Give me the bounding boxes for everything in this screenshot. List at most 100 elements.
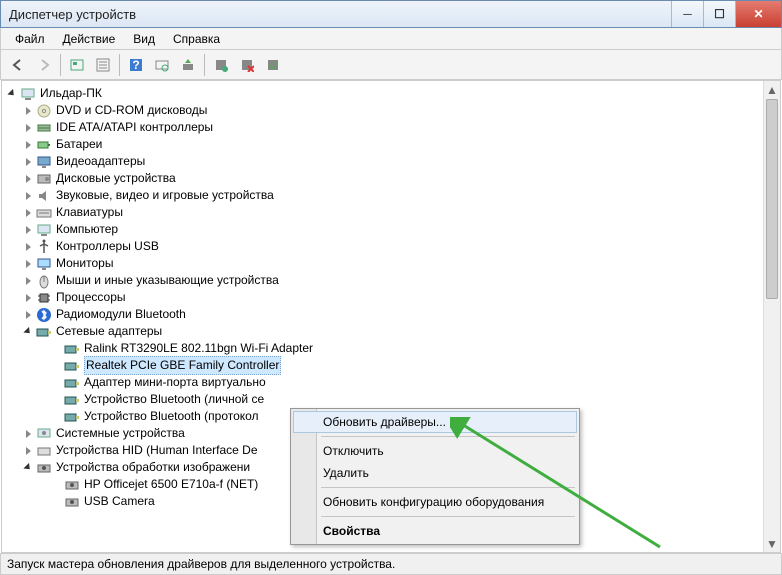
tree-item[interactable]: Ralink RT3290LE 802.11bgn Wi-Fi Adapter [6,340,780,357]
status-text: Запуск мастера обновления драйверов для … [7,557,395,571]
tree-item[interactable]: Компьютер [6,221,780,238]
scroll-down-arrow[interactable]: ▼ [764,535,780,552]
tree-item[interactable]: Устройство Bluetooth (личной се [6,391,780,408]
maximize-button[interactable]: ☐ [703,1,735,27]
bluetooth-icon [36,307,52,323]
show-hidden-button[interactable] [65,53,89,77]
enable-button[interactable] [209,53,233,77]
tree-item[interactable]: Дисковые устройства [6,170,780,187]
window-buttons: ─ ☐ ✕ [671,1,781,27]
expander-icon[interactable] [22,309,34,321]
network-adapter-icon [36,324,52,340]
expander-icon[interactable] [22,224,34,236]
tree-item[interactable]: Радиомодули Bluetooth [6,306,780,323]
forward-button[interactable] [32,53,56,77]
tree-item-label: Батареи [56,136,102,153]
refresh-button[interactable] [261,53,285,77]
close-button[interactable]: ✕ [735,1,781,27]
scan-button[interactable] [150,53,174,77]
expander-icon[interactable] [22,445,34,457]
ctx-update-drivers[interactable]: Обновить драйверы... [293,411,577,433]
toolbar-separator [204,54,205,76]
tree-category-network[interactable]: Сетевые адаптеры [6,323,780,340]
expander-icon[interactable] [22,258,34,270]
net-icon [64,409,80,425]
tree-item[interactable]: Видеоадаптеры [6,153,780,170]
tree-item[interactable]: Звуковые, видео и игровые устройства [6,187,780,204]
system-icon [36,426,52,442]
ctx-item-label: Отключить [323,444,384,458]
tree-item[interactable]: Realtek PCIe GBE Family Controller [6,357,780,374]
computer-icon [36,222,52,238]
ctx-properties[interactable]: Свойства [293,520,577,542]
tree-item-label: USB Camera [84,493,155,510]
expander-icon[interactable] [22,173,34,185]
imaging-icon [64,494,80,510]
expander-icon[interactable] [22,241,34,253]
vertical-scrollbar[interactable]: ▲ ▼ [763,81,780,552]
imaging-icon [36,460,52,476]
expander-icon[interactable] [22,207,34,219]
menu-help[interactable]: Справка [165,30,228,48]
battery-icon [36,137,52,153]
monitor-icon [36,256,52,272]
tree-item-label: Процессоры [56,289,126,306]
ctx-disable[interactable]: Отключить [293,440,577,462]
ctx-divider [321,516,575,517]
uninstall-button[interactable] [235,53,259,77]
expander-icon[interactable] [6,88,18,100]
expander-icon[interactable] [22,156,34,168]
tree-item[interactable]: Контроллеры USB [6,238,780,255]
tree-item-label: Устройства HID (Human Interface De [56,442,258,459]
properties-button[interactable] [91,53,115,77]
window-title: Диспетчер устройств [9,7,671,22]
menu-file[interactable]: Файл [7,30,53,48]
menu-action[interactable]: Действие [55,30,124,48]
expander-icon[interactable] [22,190,34,202]
expander-icon[interactable] [22,139,34,151]
expander-icon[interactable] [22,462,34,474]
ctx-scan-hardware[interactable]: Обновить конфигурацию оборудования [293,491,577,513]
tree-item[interactable]: Процессоры [6,289,780,306]
menu-view[interactable]: Вид [125,30,163,48]
minimize-button[interactable]: ─ [671,1,703,27]
tree-item-label: Мониторы [56,255,113,272]
net-icon [64,358,80,374]
ctx-divider [321,436,575,437]
tree-item[interactable]: Адаптер мини-порта виртуально [6,374,780,391]
status-bar: Запуск мастера обновления драйверов для … [0,553,782,575]
tree-item[interactable]: Мыши и иные указывающие устройства [6,272,780,289]
back-button[interactable] [6,53,30,77]
help-button[interactable]: ? [124,53,148,77]
toolbar-separator [60,54,61,76]
tree-item[interactable]: IDE ATA/ATAPI контроллеры [6,119,780,136]
ctx-divider [321,487,575,488]
net-icon [64,392,80,408]
expander-icon[interactable] [22,122,34,134]
expander-spacer [50,360,62,372]
expander-icon[interactable] [22,105,34,117]
expander-icon[interactable] [22,292,34,304]
tree-item-label: Системные устройства [56,425,185,442]
tree-item-label: Мыши и иные указывающие устройства [56,272,279,289]
scroll-up-arrow[interactable]: ▲ [764,81,780,98]
tree-item-label: Компьютер [56,221,118,238]
tree-item-label: Дисковые устройства [56,170,176,187]
tree-item[interactable]: Мониторы [6,255,780,272]
expander-icon[interactable] [22,326,34,338]
tree-item[interactable]: Клавиатуры [6,204,780,221]
tree-item-label: Ralink RT3290LE 802.11bgn Wi-Fi Adapter [84,340,313,357]
tree-item[interactable]: Батареи [6,136,780,153]
expander-icon[interactable] [22,275,34,287]
expander-icon[interactable] [22,428,34,440]
tree-item[interactable]: DVD и CD-ROM дисководы [6,102,780,119]
expander-spacer [50,377,62,389]
update-driver-button[interactable] [176,53,200,77]
scroll-thumb[interactable] [766,99,778,299]
tree-root-label: Ильдар-ПК [40,85,102,102]
tree-item-label: Устройство Bluetooth (протокол [84,408,259,425]
net-icon [64,341,80,357]
keyboard-icon [36,205,52,221]
ctx-delete[interactable]: Удалить [293,462,577,484]
tree-root[interactable]: Ильдар-ПК [6,85,780,102]
